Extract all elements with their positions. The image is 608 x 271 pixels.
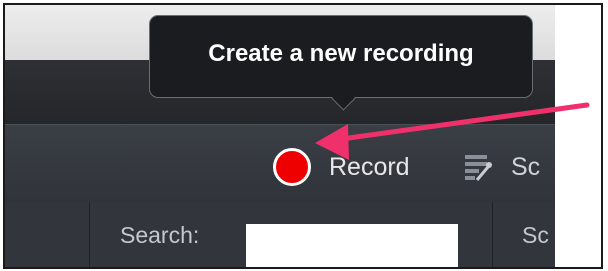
toolbar: Record Sc	[5, 124, 555, 203]
record-label: Record	[329, 152, 410, 181]
record-icon	[273, 148, 311, 186]
script-label: Sc	[511, 152, 541, 181]
search-label: Search:	[120, 222, 200, 248]
column-divider	[492, 202, 493, 267]
column-label: Sc	[522, 222, 549, 248]
filter-bar: Search: Sc	[5, 202, 555, 267]
tooltip-text: Create a new recording	[208, 40, 474, 67]
script-icon	[465, 155, 492, 181]
screenshot-frame: Record Sc Search: Sc Create a new record…	[3, 3, 603, 269]
search-input[interactable]	[246, 224, 458, 267]
record-button[interactable]: Record	[273, 147, 410, 187]
tooltip: Create a new recording	[149, 15, 533, 111]
column-divider	[89, 202, 90, 267]
app-window: Record Sc Search: Sc Create a new record…	[5, 5, 555, 267]
script-button[interactable]: Sc	[463, 147, 540, 187]
